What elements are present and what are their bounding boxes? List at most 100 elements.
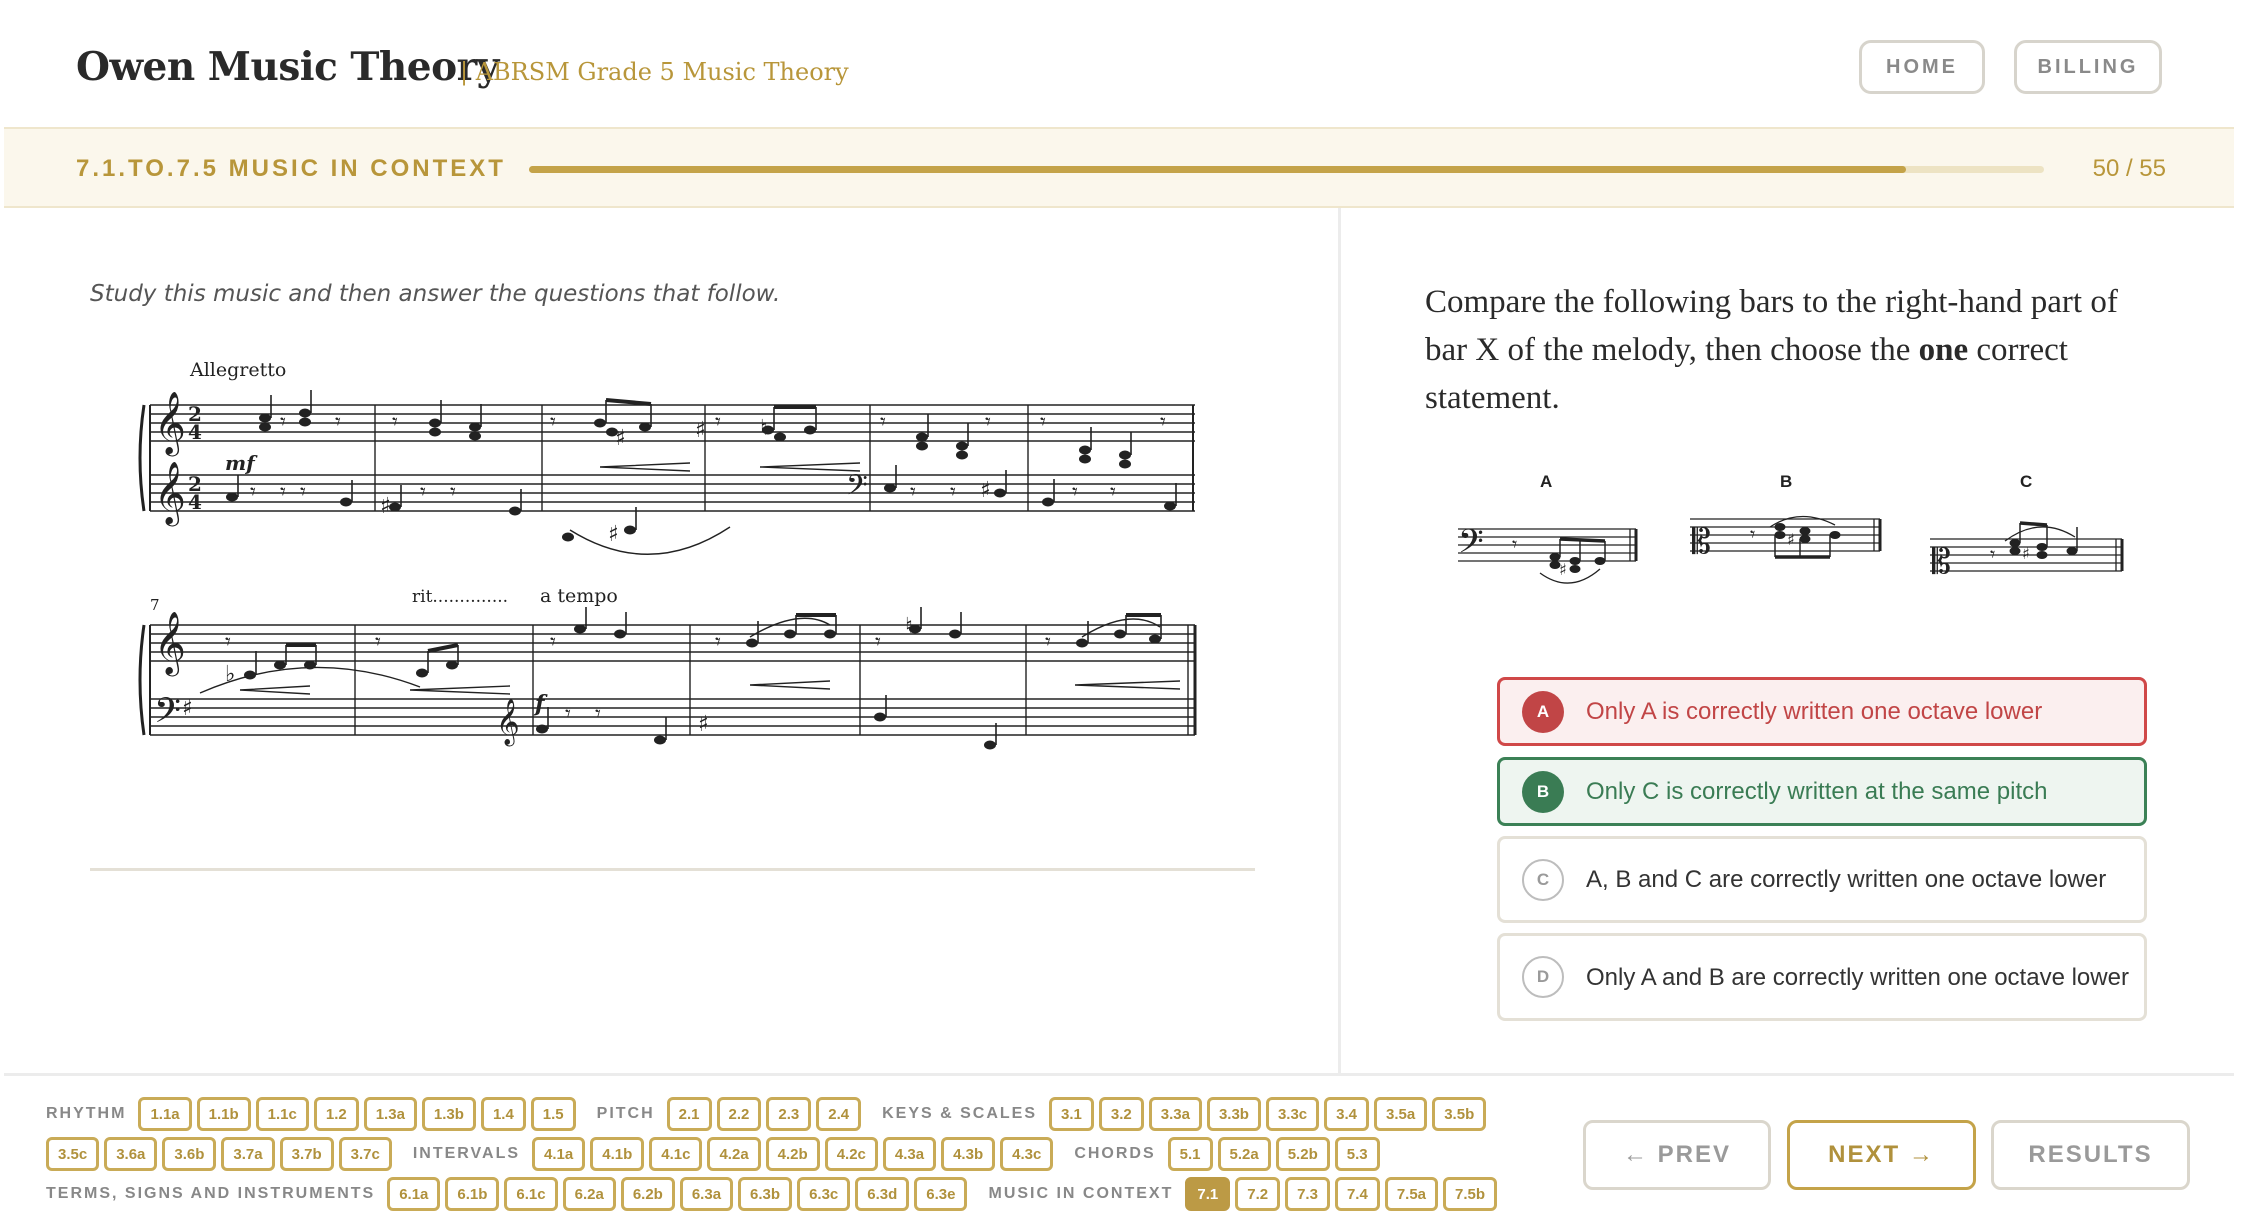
topic-chip-7-3[interactable]: 7.3: [1285, 1177, 1330, 1211]
topic-chip-2-2[interactable]: 2.2: [716, 1097, 762, 1131]
topic-chip-6-3e[interactable]: 6.3e: [914, 1177, 968, 1211]
svg-text:𝄾: 𝄾: [300, 480, 306, 505]
svg-text:♯: ♯: [615, 426, 626, 451]
topic-chip-3-1[interactable]: 3.1: [1049, 1097, 1094, 1131]
topic-chip-1-5[interactable]: 1.5: [530, 1097, 576, 1131]
topic-chip-4-2c[interactable]: 4.2c: [824, 1137, 878, 1171]
topic-chip-6-3c[interactable]: 6.3c: [797, 1177, 851, 1211]
option-c[interactable]: C A, B and C are correctly written one o…: [1497, 836, 2147, 923]
topic-chip-6-2b[interactable]: 6.2b: [620, 1177, 675, 1211]
topic-chip-7-2[interactable]: 7.2: [1235, 1177, 1281, 1211]
topic-chip-6-1c[interactable]: 6.1c: [504, 1177, 558, 1211]
topic-chip-1-1a[interactable]: 1.1a: [138, 1097, 192, 1131]
topic-chip-4-3c[interactable]: 4.3c: [1000, 1137, 1054, 1171]
bass-clef-icon: 𝄢: [1458, 523, 1484, 569]
topic-chip-3-4[interactable]: 3.4: [1324, 1097, 1370, 1131]
topic-chip-7-1[interactable]: 7.1: [1185, 1177, 1231, 1211]
topic-chip-3-6b[interactable]: 3.6b: [162, 1137, 217, 1171]
topic-chip-4-1c[interactable]: 4.1c: [649, 1137, 703, 1171]
option-b-text: Only C is correctly written at the same …: [1586, 778, 2048, 805]
topic-row-3: TERMS, SIGNS AND INSTRUMENTS 6.1a 6.1b 6.1c…: [46, 1177, 1502, 1211]
option-d[interactable]: D Only A and B are correctly written one…: [1497, 933, 2147, 1021]
left-panel-rule: [90, 868, 1255, 871]
svg-text:♭: ♭: [225, 662, 235, 687]
topic-row-2: 3.5c 3.6a 3.6b 3.7a 3.7b 3.7c INTERVALS 4.1a 4.1…: [46, 1137, 1385, 1171]
question-emphasis: one: [1918, 332, 1969, 368]
topic-chip-3-7c[interactable]: 3.7c: [338, 1137, 392, 1171]
progress-count: 50 / 55: [2092, 155, 2166, 182]
tenor-clef-icon: 𝄡: [1932, 542, 1951, 582]
home-button[interactable]: HOME: [1859, 40, 1985, 94]
topic-chip-1-1b[interactable]: 1.1b: [196, 1097, 251, 1131]
topic-chip-5-2a[interactable]: 5.2a: [1217, 1137, 1271, 1171]
svg-text:♯: ♯: [608, 522, 619, 547]
topic-group-label: INTERVALS: [412, 1145, 521, 1162]
topic-chip-3-5a[interactable]: 3.5a: [1374, 1097, 1428, 1131]
answer-figures: A B C 𝄢 𝄡 𝄡 𝄾 𝄾 𝄾 ♯ ♯ ♯: [1450, 465, 2130, 605]
svg-text:𝄾: 𝄾: [1990, 542, 1995, 566]
topic-chip-4-2b[interactable]: 4.2b: [765, 1137, 820, 1171]
brand-title[interactable]: Owen Music Theory: [76, 44, 499, 90]
topic-group-label: RHYTHM: [46, 1105, 127, 1122]
topic-chip-1-4[interactable]: 1.4: [480, 1097, 526, 1131]
topic-chip-6-3b[interactable]: 6.3b: [738, 1177, 793, 1211]
topic-chip-4-1b[interactable]: 4.1b: [590, 1137, 645, 1171]
topic-chip-2-1[interactable]: 2.1: [666, 1097, 712, 1131]
topic-chip-5-2b[interactable]: 5.2b: [1275, 1137, 1330, 1171]
svg-text:♯: ♯: [182, 696, 193, 721]
panel-divider: [1338, 208, 1341, 1073]
section-title: 7.1.TO.7.5 MUSIC IN CONTEXT: [76, 155, 506, 182]
topic-chip-5-3[interactable]: 5.3: [1334, 1137, 1380, 1171]
topic-group-label: TERMS, SIGNS AND INSTRUMENTS: [46, 1185, 376, 1202]
topic-chip-3-7a[interactable]: 3.7a: [221, 1137, 275, 1171]
topic-chip-6-1a[interactable]: 6.1a: [387, 1177, 441, 1211]
topic-chip-3-6a[interactable]: 3.6a: [104, 1137, 158, 1171]
app-header: Owen Music Theory | ABRSM Grade 5 Music …: [0, 0, 2246, 127]
topic-chip-3-3a[interactable]: 3.3a: [1148, 1097, 1202, 1131]
score-image: 𝄞 𝄞 𝄞 𝄢 𝄢 𝄞 2 4 2 4 𝄾 𝄾 𝄾 𝄾 𝄾 𝄾 𝄾 𝄾 𝄾 𝄾 …: [138, 359, 1197, 750]
svg-text:𝄾: 𝄾: [550, 630, 556, 655]
topic-chip-3-3c[interactable]: 3.3c: [1265, 1097, 1320, 1131]
topic-chip-2-3[interactable]: 2.3: [766, 1097, 812, 1131]
topic-chip-5-1[interactable]: 5.1: [1167, 1137, 1213, 1171]
topic-chip-3-7b[interactable]: 3.7b: [279, 1137, 334, 1171]
topic-chip-1-2[interactable]: 1.2: [313, 1097, 359, 1131]
svg-text:𝄾: 𝄾: [420, 480, 426, 505]
topic-chip-4-3a[interactable]: 4.3a: [882, 1137, 937, 1171]
topic-chip-1-3b[interactable]: 1.3b: [421, 1097, 476, 1131]
billing-button[interactable]: BILLING: [2014, 40, 2162, 94]
topic-chip-7-5a[interactable]: 7.5a: [1384, 1177, 1439, 1211]
topic-chip-4-2a[interactable]: 4.2a: [707, 1137, 761, 1171]
topic-chip-2-4[interactable]: 2.4: [816, 1097, 862, 1131]
topic-chip-4-1a[interactable]: 4.1a: [532, 1137, 586, 1171]
next-button[interactable]: NEXT →: [1787, 1120, 1976, 1190]
prev-button[interactable]: ← PREV: [1583, 1120, 1771, 1190]
topic-chip-6-2a[interactable]: 6.2a: [562, 1177, 616, 1211]
results-button[interactable]: RESULTS: [1991, 1120, 2190, 1190]
topic-chip-3-3b[interactable]: 3.3b: [1206, 1097, 1261, 1131]
figure-label-c: C: [2020, 472, 2032, 491]
topic-chip-6-1b[interactable]: 6.1b: [445, 1177, 500, 1211]
topic-chip-3-2[interactable]: 3.2: [1098, 1097, 1144, 1131]
system-1-lower-staff: [150, 474, 1195, 512]
option-a[interactable]: A Only A is correctly written one octave…: [1497, 677, 2147, 746]
svg-text:𝄾: 𝄾: [1040, 410, 1046, 435]
topic-chip-7-4[interactable]: 7.4: [1334, 1177, 1380, 1211]
option-d-badge: D: [1522, 956, 1564, 998]
treble-clef-icon: 𝄞: [154, 611, 186, 677]
topic-chip-6-3a[interactable]: 6.3a: [679, 1177, 734, 1211]
topic-chip-1-3a[interactable]: 1.3a: [363, 1097, 417, 1131]
topic-chip-4-3b[interactable]: 4.3b: [941, 1137, 996, 1171]
topic-chip-1-1c[interactable]: 1.1c: [255, 1097, 309, 1131]
music-score: 𝄞 𝄞 𝄞 𝄢 𝄢 𝄞 2 4 2 4 𝄾 𝄾 𝄾 𝄾 𝄾 𝄾 𝄾 𝄾 𝄾 𝄾 …: [130, 345, 1205, 805]
topic-chip-6-3d[interactable]: 6.3d: [855, 1177, 910, 1211]
treble-clef-icon: 𝄞: [154, 391, 186, 457]
topic-chip-7-5b[interactable]: 7.5b: [1443, 1177, 1498, 1211]
topic-chip-3-5b[interactable]: 3.5b: [1432, 1097, 1487, 1131]
topic-chip-3-5c[interactable]: 3.5c: [46, 1137, 100, 1171]
svg-text:♯: ♯: [1787, 530, 1795, 549]
svg-text:♮: ♮: [760, 416, 768, 441]
option-b[interactable]: B Only C is correctly written at the sam…: [1497, 757, 2147, 826]
svg-text:𝄾: 𝄾: [392, 410, 398, 435]
svg-text:𝄾: 𝄾: [910, 480, 916, 505]
